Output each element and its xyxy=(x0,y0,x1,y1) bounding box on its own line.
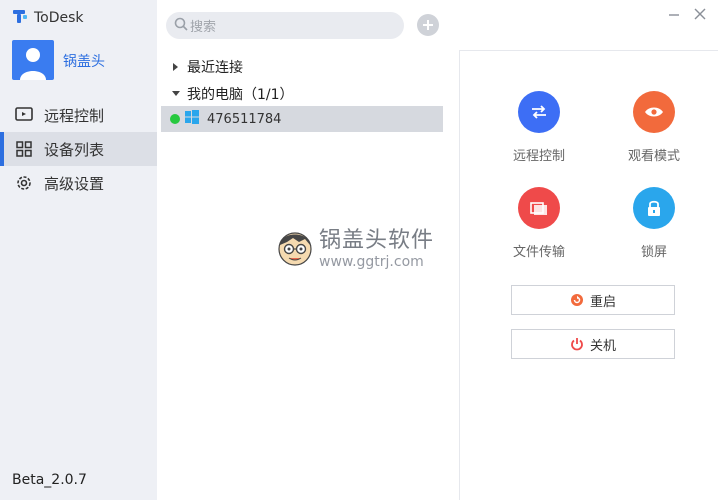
sidebar: ToDesk 锅盖头 远程控制 设备列表 高级设置 Beta_2.0.7 xyxy=(0,0,157,500)
username[interactable]: 锅盖头 xyxy=(63,51,105,71)
device-row[interactable]: 476511784 xyxy=(161,106,443,132)
restart-button[interactable]: 重启 xyxy=(511,285,675,315)
view-mode-action[interactable]: 观看模式 xyxy=(609,91,699,164)
grid-icon xyxy=(14,139,34,159)
file-transfer-action[interactable]: 文件传输 xyxy=(494,187,584,260)
online-status-dot xyxy=(170,114,180,124)
restart-icon xyxy=(570,293,584,307)
sidebar-item-label: 高级设置 xyxy=(44,174,105,193)
search-input[interactable]: 搜索 xyxy=(166,12,404,39)
watermark-title: 锅盖头软件 xyxy=(319,227,435,253)
windows-icon xyxy=(185,110,199,128)
device-actions-panel: 远程控制 观看模式 文件传输 锁屏 重启 关机 xyxy=(459,50,718,500)
sidebar-nav: 远程控制 设备列表 高级设置 xyxy=(0,98,157,200)
shutdown-button-label: 关机 xyxy=(589,338,616,354)
app-title: ToDesk xyxy=(34,10,84,26)
version-label: Beta_2.0.7 xyxy=(12,472,87,488)
search-placeholder: 搜索 xyxy=(190,20,217,35)
swap-arrows-icon xyxy=(518,91,560,133)
search-icon xyxy=(174,16,188,35)
tree-group-recent[interactable]: 最近连接 xyxy=(171,57,243,77)
tree-group-label: 最近连接 xyxy=(187,60,243,76)
shutdown-button[interactable]: 关机 xyxy=(511,329,675,359)
minimize-button[interactable] xyxy=(666,6,682,22)
close-button[interactable] xyxy=(692,6,708,22)
action-label: 文件传输 xyxy=(512,245,565,260)
gear-icon xyxy=(14,173,34,193)
remote-control-icon xyxy=(14,105,34,125)
cartoon-mascot-icon xyxy=(275,225,315,273)
sidebar-item-remote-control[interactable]: 远程控制 xyxy=(0,98,157,132)
lock-icon xyxy=(633,187,675,229)
minimize-icon xyxy=(669,14,679,16)
tree-group-my-computers[interactable]: 我的电脑（1/1） xyxy=(171,84,294,104)
lock-screen-action[interactable]: 锁屏 xyxy=(609,187,699,260)
watermark: 锅盖头软件 www.ggtrj.com xyxy=(275,225,434,273)
watermark-url: www.ggtrj.com xyxy=(319,253,424,270)
tree-group-label: 我的电脑（1/1） xyxy=(187,87,294,103)
action-label: 远程控制 xyxy=(512,149,565,164)
caret-right-icon xyxy=(171,62,181,72)
avatar[interactable] xyxy=(12,40,54,80)
action-label: 锁屏 xyxy=(640,245,667,260)
sidebar-item-device-list[interactable]: 设备列表 xyxy=(0,132,157,166)
caret-down-icon xyxy=(171,89,181,99)
restart-button-label: 重启 xyxy=(589,294,616,310)
action-label: 观看模式 xyxy=(627,149,680,164)
power-icon xyxy=(570,337,584,351)
eye-icon xyxy=(633,91,675,133)
add-device-button[interactable] xyxy=(417,14,439,36)
plus-icon xyxy=(423,20,433,30)
close-icon xyxy=(694,8,706,20)
sidebar-item-advanced-settings[interactable]: 高级设置 xyxy=(0,166,157,200)
todesk-logo-icon xyxy=(12,8,28,28)
app-brand: ToDesk xyxy=(12,9,84,27)
folder-icon xyxy=(518,187,560,229)
device-id: 476511784 xyxy=(207,111,282,127)
sidebar-item-label: 设备列表 xyxy=(44,140,105,159)
remote-control-action[interactable]: 远程控制 xyxy=(494,91,584,164)
sidebar-item-label: 远程控制 xyxy=(44,106,105,125)
